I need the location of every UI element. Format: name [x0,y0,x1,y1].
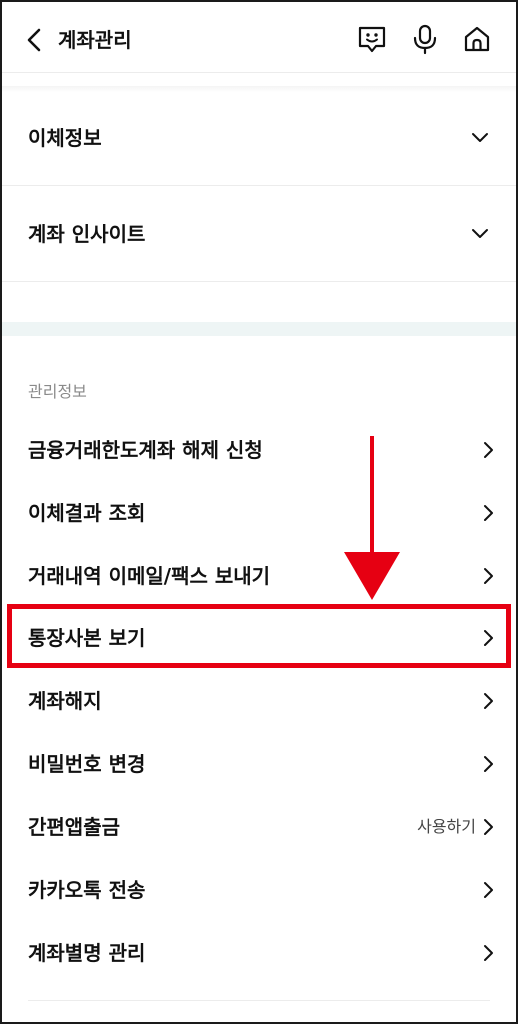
section-title: 관리정보 [28,382,87,401]
microphone-icon[interactable] [408,22,442,56]
menu-item-kakaotalk-send[interactable]: 카카오톡 전송 [0,859,518,921]
chevron-right-icon [484,945,493,961]
menu-item-limit-release[interactable]: 금융거래한도계좌 해제 신청 [0,419,518,481]
accordion-account-insight[interactable]: 계좌 인사이트 [0,186,518,282]
menu-item-label: 계좌해지 [28,689,102,713]
accordion-transfer-info[interactable]: 이체정보 [0,90,518,186]
accordion-label: 이체정보 [28,126,102,150]
menu-item-close-account[interactable]: 계좌해지 [0,670,518,732]
chevron-right-icon [484,882,493,898]
section-divider [0,322,518,336]
accordion-label: 계좌 인사이트 [28,222,146,246]
menu-item-status: 사용하기 [417,817,476,836]
chevron-right-icon [484,756,493,772]
menu-item-easy-app-withdrawal[interactable]: 간편앱출금 사용하기 [0,796,518,858]
menu-item-history-email-fax[interactable]: 거래내역 이메일/팩스 보내기 [0,545,518,607]
menu-item-label: 간편앱출금 [28,815,120,839]
back-chevron-icon[interactable] [20,26,48,54]
home-icon[interactable] [460,22,494,56]
list-bottom-divider [28,1000,490,1001]
menu-item-account-nickname[interactable]: 계좌별명 관리 [0,922,518,984]
menu-item-label: 통장사본 보기 [28,626,146,650]
header-divider [0,72,518,73]
chevron-right-icon [484,568,493,584]
chevron-down-icon [472,229,488,238]
chevron-down-icon [472,133,488,142]
menu-item-label: 이체결과 조회 [28,501,146,525]
menu-item-label: 금융거래한도계좌 해제 신청 [28,438,263,462]
menu-item-label: 카카오톡 전송 [28,878,146,902]
menu-item-label: 계좌별명 관리 [28,941,146,965]
chevron-right-icon [484,630,493,646]
chat-bot-icon[interactable] [355,22,389,56]
menu-item-change-password[interactable]: 비밀번호 변경 [0,733,518,795]
menu-item-transfer-result[interactable]: 이체결과 조회 [0,482,518,544]
menu-item-bankbook-copy[interactable]: 통장사본 보기 [0,607,518,669]
chevron-right-icon [484,442,493,458]
chevron-right-icon [484,505,493,521]
chevron-right-icon [484,693,493,709]
page-title: 계좌관리 [58,28,132,52]
menu-item-label: 거래내역 이메일/팩스 보내기 [28,564,271,588]
chevron-right-icon [484,819,493,835]
menu-item-label: 비밀번호 변경 [28,752,146,776]
app-header: 계좌관리 [0,0,518,80]
